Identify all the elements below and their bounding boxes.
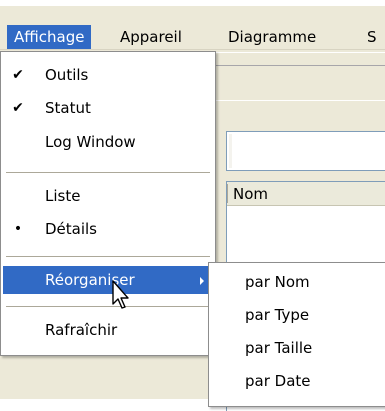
menu-item-label: Liste <box>45 187 81 205</box>
menu-item-label: Log Window <box>45 133 136 151</box>
affichage-dropdown: ✔ Outils ✔ Statut Log Window Liste • Dét… <box>0 51 216 356</box>
menu-item-label: Rafraîchir <box>45 321 118 339</box>
menu-item-label: Détails <box>45 220 98 238</box>
list-header: Nom <box>227 182 385 206</box>
check-icon: ✔ <box>12 100 24 116</box>
menu-separator <box>6 256 210 257</box>
submenu-item-label: par Taille <box>245 339 313 357</box>
column-divider[interactable] <box>227 184 228 203</box>
address-field[interactable] <box>226 131 385 171</box>
menu-diagramme[interactable]: Diagramme <box>221 25 323 49</box>
check-icon: ✔ <box>12 67 24 83</box>
menu-item-reorganiser[interactable]: Réorganiser <box>3 266 213 294</box>
submenu-item-label: par Date <box>245 372 311 390</box>
menu-item-liste[interactable]: Liste <box>3 182 213 210</box>
menu-separator <box>6 172 210 173</box>
chevron-right-icon <box>200 277 204 285</box>
menu-item-outils[interactable]: ✔ Outils <box>3 61 213 89</box>
menu-bar: Affichage Appareil Diagramme S <box>0 0 385 50</box>
submenu-item-par-type[interactable]: par Type <box>211 300 383 330</box>
menu-separator <box>6 306 210 307</box>
menu-appareil[interactable]: Appareil <box>113 25 189 49</box>
menu-affichage[interactable]: Affichage <box>7 25 92 49</box>
menu-item-rafraichir[interactable]: Rafraîchir <box>3 316 213 344</box>
menu-item-label: Outils <box>45 66 89 84</box>
menu-item-label: Statut <box>45 99 91 117</box>
menu-item-details[interactable]: • Détails <box>3 215 213 243</box>
column-header-name[interactable]: Nom <box>233 182 268 206</box>
submenu-item-par-taille[interactable]: par Taille <box>211 333 383 363</box>
menubar-top-strip <box>0 0 385 6</box>
menu-item-statut[interactable]: ✔ Statut <box>3 94 213 122</box>
menu-s[interactable]: S <box>360 25 384 49</box>
submenu-item-par-date[interactable]: par Date <box>211 366 383 396</box>
bullet-icon: • <box>13 221 23 237</box>
reorganiser-submenu: par Nom par Type par Taille par Date <box>208 262 385 407</box>
submenu-item-label: par Nom <box>245 273 310 291</box>
submenu-item-par-nom[interactable]: par Nom <box>211 267 383 297</box>
menu-item-label: Réorganiser <box>45 271 135 289</box>
menu-item-log-window[interactable]: Log Window <box>3 128 213 156</box>
submenu-item-label: par Type <box>245 306 310 324</box>
